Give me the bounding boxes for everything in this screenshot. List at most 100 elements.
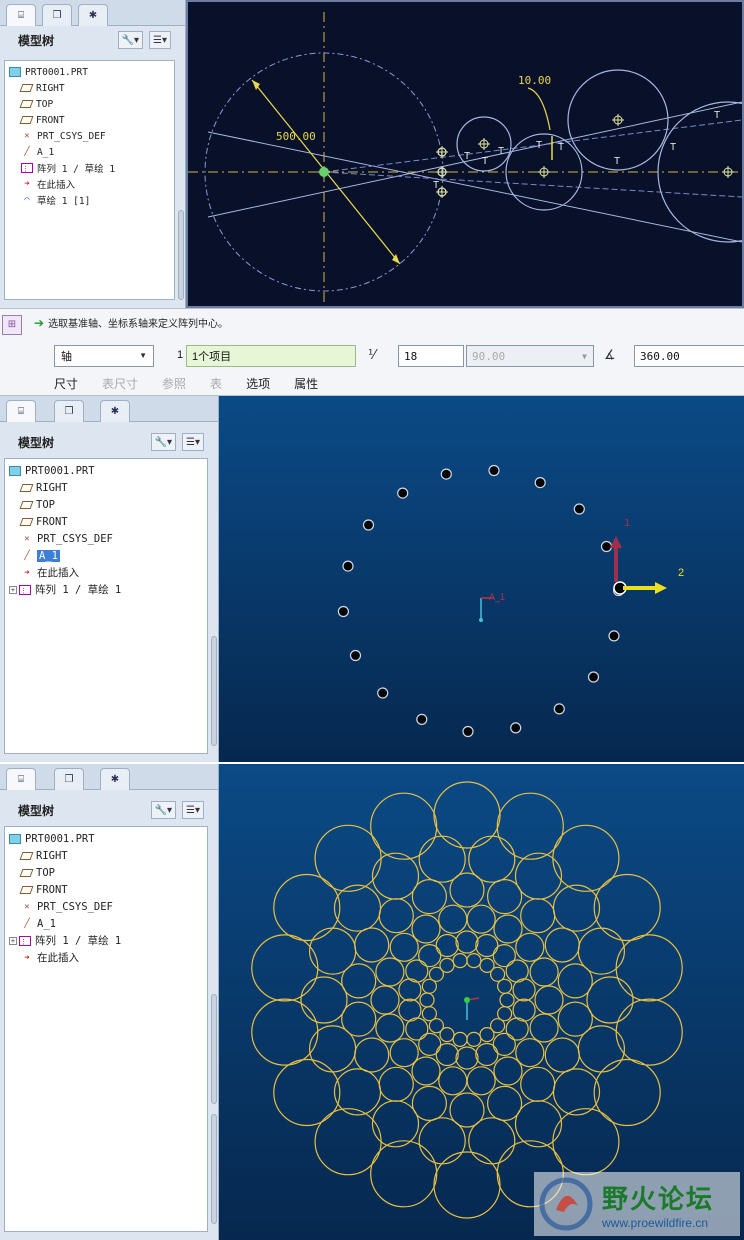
pattern-circle — [435, 1042, 459, 1067]
settings-dropdown-icon[interactable]: 🔧▾ — [150, 801, 177, 819]
tree-node[interactable]: RIGHT — [7, 80, 172, 96]
pattern-circle — [251, 998, 319, 1066]
tree-node-label: 在此插入 — [37, 180, 76, 191]
tree-node-label: PRT0001.PRT — [25, 832, 95, 845]
tree-node[interactable]: RIGHT — [7, 847, 205, 864]
model-tree-tab-icon[interactable]: ⌸ — [6, 400, 36, 422]
favorites-tab-icon[interactable]: ✱ — [100, 400, 130, 422]
tree-node[interactable]: FRONT — [7, 513, 205, 530]
layer-tree-tab-icon[interactable]: ❐ — [54, 400, 84, 422]
show-dropdown-icon[interactable]: ☰▾ — [182, 433, 204, 451]
tree-node[interactable]: RIGHT — [7, 479, 205, 496]
total-angle-value: 360.00 — [640, 349, 680, 363]
pattern-type-select[interactable]: 轴 ▼ — [54, 345, 154, 367]
tree-node[interactable]: ⌒ 草绘 1 [1] — [7, 192, 172, 208]
pattern-preview-dot — [342, 560, 354, 572]
sidebar-splitter[interactable] — [178, 210, 184, 300]
pattern-circle — [493, 1056, 523, 1086]
pattern-circle — [333, 1068, 382, 1116]
datum-plane-icon — [19, 500, 34, 509]
model-tree-title: 模型树 — [18, 33, 55, 48]
show-dropdown-icon[interactable]: ☰▾ — [149, 31, 171, 49]
tree-node[interactable]: ➔ 在此插入 — [7, 949, 205, 966]
sidebar-splitter[interactable] — [211, 994, 217, 1104]
settings-dropdown-icon[interactable]: 🔧▾ — [117, 31, 144, 49]
sketch-viewport[interactable]: 500.00 10.00 T T T T T T T T T — [186, 0, 744, 308]
tree-node[interactable]: ⋮⋮ 阵列 1 / 草绘 1 — [7, 160, 172, 176]
model-viewport[interactable] — [219, 764, 744, 1240]
tree-node[interactable]: ✕ PRT_CSYS_DEF — [7, 530, 205, 547]
pattern-circle — [314, 824, 382, 892]
reference-collector[interactable]: 1个项目 — [186, 345, 356, 367]
tree-node[interactable]: + ⋮⋮ 阵列 1 / 草绘 1 — [7, 581, 205, 598]
tree-node[interactable]: PRT0001.PRT — [7, 462, 205, 479]
direction-1-arrowhead — [610, 536, 622, 548]
tree-node[interactable]: ╱ A_1 — [7, 915, 205, 932]
expand-icon[interactable]: + — [9, 585, 17, 594]
pattern-circle — [493, 914, 523, 944]
pattern-preview-dot — [510, 722, 522, 734]
pattern-circle — [515, 932, 545, 962]
pattern-circle — [421, 1006, 437, 1022]
sidebar-splitter[interactable] — [211, 636, 217, 746]
tree-node-label: PRT_CSYS_DEF — [37, 532, 113, 545]
model-tree-panel: ⌸ ❐ ✱ 模型树 🔧▾ ☰▾ PRT0001.PRT RIGHT TOP FRONT… — [0, 396, 219, 762]
pattern-preview-dot — [349, 649, 362, 662]
sidebar-splitter[interactable] — [211, 1114, 217, 1224]
layer-tree-tab-icon[interactable]: ❐ — [54, 768, 84, 790]
tree-node[interactable]: ✕ PRT_CSYS_DEF — [7, 128, 172, 144]
settings-dropdown-icon[interactable]: 🔧▾ — [150, 433, 177, 451]
pattern-circle — [452, 1031, 468, 1047]
tree-node[interactable]: ➔ 在此插入 — [7, 176, 172, 192]
total-angle-input[interactable]: 360.00 — [634, 345, 744, 367]
model-tree-panel: ⌸ ❐ ✱ 模型树 🔧▾ ☰▾ PRT0001.PRT RIGHT TOP FRONT… — [0, 764, 219, 1240]
pattern-circle — [435, 933, 459, 958]
chevron-down-icon: ▼ — [582, 351, 587, 361]
tree-node[interactable]: ✕ PRT_CSYS_DEF — [7, 898, 205, 915]
favorites-tab-icon[interactable]: ✱ — [100, 768, 130, 790]
tree-node[interactable]: PRT0001.PRT — [7, 64, 172, 80]
tree-node[interactable]: TOP — [7, 496, 205, 513]
datum-plane-icon — [19, 851, 34, 860]
pattern-preview-dot — [488, 464, 500, 477]
dashboard-tab[interactable]: 属性 — [294, 375, 318, 392]
tree-node[interactable]: FRONT — [7, 112, 172, 128]
tree-node[interactable]: TOP — [7, 864, 205, 881]
tangent-constraint-label: T — [536, 140, 542, 151]
reference-collector-value: 1个项目 — [192, 351, 232, 363]
tree-node-label: FRONT — [36, 883, 68, 896]
tree-node[interactable]: ➔ 在此插入 — [7, 564, 205, 581]
tree-node-label: A_1 — [37, 917, 56, 930]
part-icon — [9, 465, 21, 476]
pattern-circle — [439, 957, 455, 973]
model-viewport[interactable]: 1 2 A_1 — [219, 396, 744, 762]
pattern-circle — [370, 985, 400, 1015]
tree-node[interactable]: PRT0001.PRT — [7, 830, 205, 847]
tree-node-label: TOP — [36, 866, 55, 879]
pattern-circle — [586, 976, 634, 1024]
tree-node[interactable]: ╱ A_1 — [7, 547, 205, 564]
pattern-circle — [552, 884, 601, 932]
model-tree-tab-icon[interactable]: ⌸ — [6, 4, 36, 26]
expand-icon[interactable]: + — [9, 936, 17, 945]
tree-node[interactable]: + ⋮⋮ 阵列 1 / 草绘 1 — [7, 932, 205, 949]
small-dimension-label: 10.00 — [518, 74, 551, 87]
pattern-circle — [314, 1108, 382, 1176]
show-dropdown-icon[interactable]: ☰▾ — [182, 801, 204, 819]
favorites-tab-icon[interactable]: ✱ — [78, 4, 108, 26]
layer-tree-tab-icon[interactable]: ❐ — [42, 4, 72, 26]
tree-node-label: PRT_CSYS_DEF — [37, 130, 106, 142]
tree-node[interactable]: TOP — [7, 96, 172, 112]
tree-node[interactable]: ╱ A_1 — [7, 144, 172, 160]
pattern-circle — [418, 1032, 442, 1056]
datum-plane-icon — [19, 483, 34, 492]
tree-node[interactable]: FRONT — [7, 881, 205, 898]
pattern-circle — [418, 1117, 466, 1165]
dashboard-tab[interactable]: 选项 — [246, 375, 270, 392]
model-tree-tab-icon[interactable]: ⌸ — [6, 768, 36, 790]
member-count-input[interactable]: 18 — [398, 345, 464, 367]
pattern-circle — [593, 1058, 661, 1127]
tree-node-label: TOP — [36, 98, 54, 110]
dashboard-tab[interactable]: 尺寸 — [54, 375, 78, 392]
pattern-circle — [615, 998, 683, 1066]
